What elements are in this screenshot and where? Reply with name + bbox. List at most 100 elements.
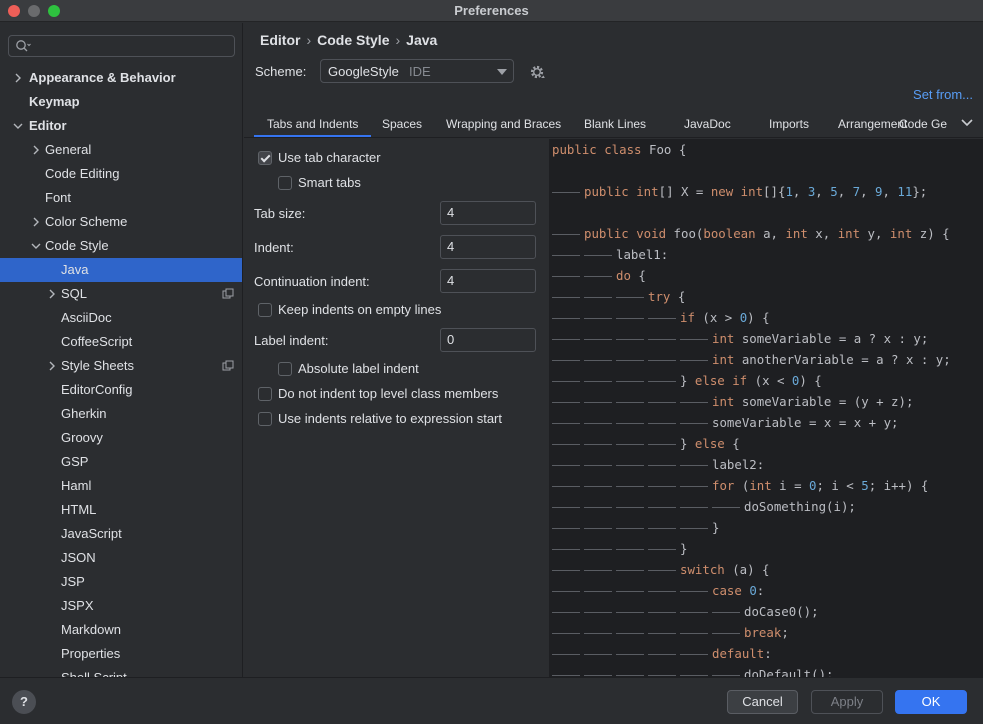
code-keyword: public void (584, 226, 674, 241)
chevron-down-icon[interactable] (30, 240, 42, 252)
tab-size-input[interactable]: 4 (440, 201, 536, 225)
tab-javadoc[interactable]: JavaDoc (671, 111, 744, 137)
code-token: (a) { (732, 562, 770, 577)
chevron-down-icon[interactable] (12, 120, 24, 132)
chevron-down-icon[interactable] (961, 118, 973, 128)
sidebar-item-label: Java (61, 262, 89, 277)
sidebar-item-groovy[interactable]: Groovy (0, 426, 242, 450)
checkbox-box[interactable] (258, 387, 272, 401)
checkbox-box[interactable] (258, 303, 272, 317)
sidebar-item-label: Keymap (29, 94, 80, 109)
breadcrumb-editor[interactable]: Editor (260, 32, 300, 48)
sidebar-item-html[interactable]: HTML (0, 498, 242, 522)
help-button[interactable]: ? (12, 690, 36, 714)
code-token: { (732, 436, 740, 451)
tab-wrapping-and-braces[interactable]: Wrapping and Braces (433, 111, 574, 137)
code-keyword: default (712, 646, 765, 661)
code-token: { (638, 268, 646, 283)
sidebar-item-asciidoc[interactable]: AsciiDoc (0, 306, 242, 330)
sidebar-item-java[interactable]: Java (0, 258, 242, 282)
tab-imports[interactable]: Imports (756, 111, 822, 137)
code-keyword: int (749, 478, 780, 493)
code-number: 11 (897, 184, 913, 199)
tab-indent-marker (552, 549, 580, 550)
tab-indent-marker (584, 318, 612, 319)
tab-code-ge[interactable]: Code Ge (886, 111, 960, 137)
tab-indent-marker (616, 423, 644, 424)
code-token: } (680, 436, 695, 451)
code-token: , (815, 184, 831, 199)
tab-indent-marker (584, 528, 612, 529)
sidebar-item-jsp[interactable]: JSP (0, 570, 242, 594)
cancel-button[interactable]: Cancel (727, 690, 798, 714)
tab-indent-marker (584, 402, 612, 403)
sidebar-item-editorconfig[interactable]: EditorConfig (0, 378, 242, 402)
code-keyword: int (712, 394, 742, 409)
sidebar-item-editor[interactable]: Editor (0, 114, 242, 138)
sidebar-item-appearance-behavior[interactable]: Appearance & Behavior (0, 66, 242, 90)
set-from-link[interactable]: Set from... (913, 87, 973, 102)
gear-icon[interactable] (529, 64, 545, 80)
tab-tabs-and-indents[interactable]: Tabs and Indents (254, 111, 372, 137)
checkbox-box[interactable] (278, 362, 292, 376)
sidebar-item-keymap[interactable]: Keymap (0, 90, 242, 114)
sidebar-item-label: Color Scheme (45, 214, 128, 229)
sidebar-item-properties[interactable]: Properties (0, 642, 242, 666)
code-text: public int[] X = new int[]{1, 3, 5, 7, 9… (584, 181, 927, 202)
tab-indent-marker (680, 360, 708, 361)
sidebar-item-gherkin[interactable]: Gherkin (0, 402, 242, 426)
code-keyword: int (712, 352, 742, 367)
sidebar-item-code-style[interactable]: Code Style (0, 234, 242, 258)
code-keyword: switch (680, 562, 733, 577)
chevron-right-icon[interactable] (30, 216, 42, 228)
tab-size-label: Tab size: (254, 206, 306, 221)
sidebar-item-haml[interactable]: Haml (0, 474, 242, 498)
label-indent-input[interactable]: 0 (440, 328, 536, 352)
code-token: someVariable = (y + z); (741, 394, 914, 409)
sidebar-item-color-scheme[interactable]: Color Scheme (0, 210, 242, 234)
tab-spaces[interactable]: Spaces (369, 111, 435, 137)
tab-indent-marker (616, 633, 644, 634)
sidebar-item-general[interactable]: General (0, 138, 242, 162)
breadcrumb-code-style[interactable]: Code Style (317, 32, 389, 48)
code-text: public void foo(boolean a, int x, int y,… (584, 223, 950, 244)
code-token: someVariable = a ? x : y; (741, 331, 929, 346)
sidebar-item-json[interactable]: JSON (0, 546, 242, 570)
ok-button[interactable]: OK (895, 690, 967, 714)
sidebar-item-style-sheets[interactable]: Style Sheets (0, 354, 242, 378)
sidebar-item-javascript[interactable]: JavaScript (0, 522, 242, 546)
checkbox-box[interactable] (278, 176, 292, 190)
tab-indent-marker (648, 570, 676, 571)
tab-indent-marker (552, 654, 580, 655)
indent-input[interactable]: 4 (440, 235, 536, 259)
sidebar-item-jspx[interactable]: JSPX (0, 594, 242, 618)
tab-indent-marker (584, 339, 612, 340)
sidebar-item-markdown[interactable]: Markdown (0, 618, 242, 642)
code-keyword: if (680, 310, 703, 325)
chevron-right-icon[interactable] (46, 360, 58, 372)
tab-indent-marker (616, 297, 644, 298)
tab-blank-lines[interactable]: Blank Lines (571, 111, 659, 137)
checkbox-box[interactable] (258, 412, 272, 426)
tab-indent-marker (680, 654, 708, 655)
tab-indent-marker (616, 507, 644, 508)
sidebar-item-gsp[interactable]: GSP (0, 450, 242, 474)
sidebar-item-code-editing[interactable]: Code Editing (0, 162, 242, 186)
settings-search-input[interactable] (8, 35, 235, 57)
chevron-right-icon[interactable] (30, 144, 42, 156)
sidebar-item-coffeescript[interactable]: CoffeeScript (0, 330, 242, 354)
continuation-indent-input[interactable]: 4 (440, 269, 536, 293)
tab-indent-marker (616, 612, 644, 613)
code-style-tabs: Tabs and Indents Spaces Wrapping and Brace… (244, 111, 983, 138)
checkbox-box[interactable] (258, 151, 272, 165)
scheme-dropdown[interactable]: GoogleStyle IDE (320, 59, 514, 83)
sidebar-item-font[interactable]: Font (0, 186, 242, 210)
sidebar-item-shell-script[interactable]: Shell Script (0, 666, 242, 677)
tab-indent-marker (584, 465, 612, 466)
apply-button[interactable]: Apply (811, 690, 883, 714)
chevron-right-icon[interactable] (46, 288, 58, 300)
sidebar-item-sql[interactable]: SQL (0, 282, 242, 306)
project-copy-icon (222, 360, 234, 371)
breadcrumb-separator: › (395, 32, 401, 48)
chevron-right-icon[interactable] (12, 72, 24, 84)
